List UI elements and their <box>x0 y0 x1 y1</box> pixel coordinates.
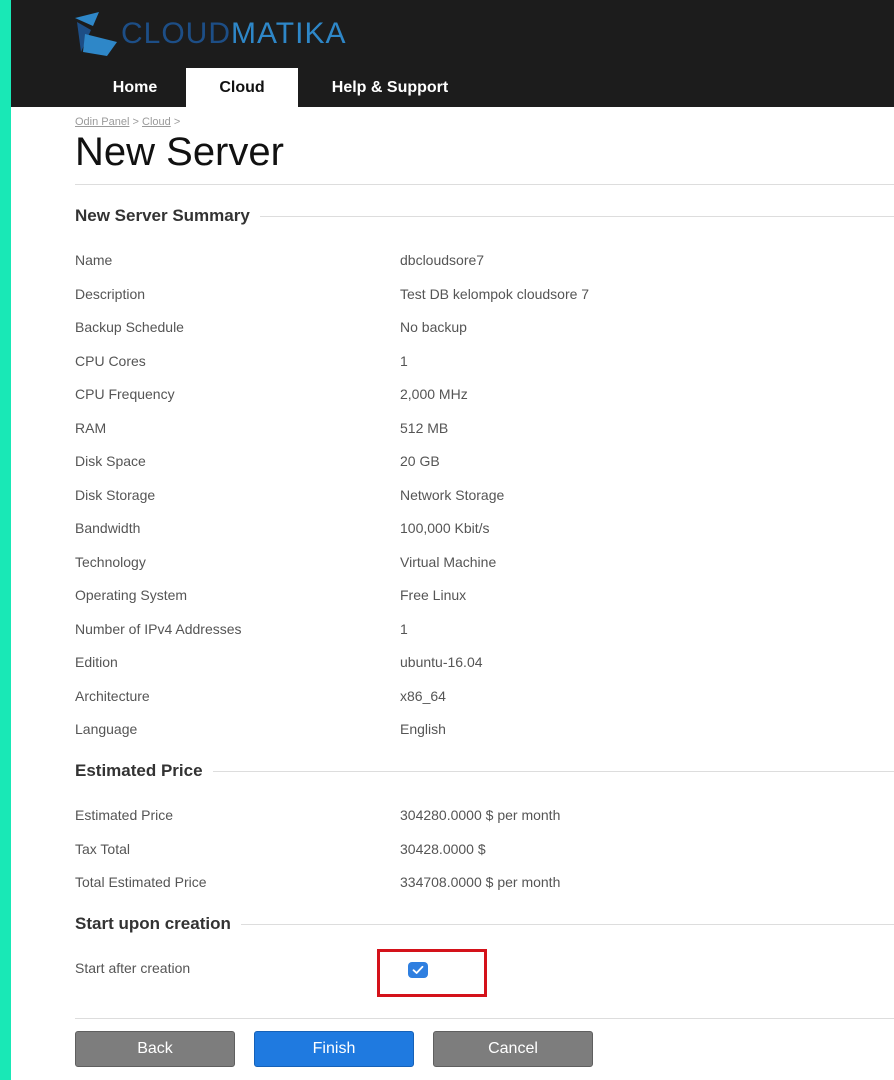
logo-text-matika: MATIKA <box>231 17 347 50</box>
tab-home[interactable]: Home <box>84 68 186 107</box>
title-divider <box>75 184 894 185</box>
left-accent-strip <box>0 0 11 1080</box>
row-value: 512 MB <box>400 420 449 436</box>
start-heading: Start upon creation <box>75 914 231 933</box>
summary-row: Bandwidth 100,000 Kbit/s <box>75 520 894 542</box>
row-label: Disk Space <box>75 453 146 469</box>
breadcrumb-separator: > <box>132 116 139 128</box>
summary-row: Description Test DB kelompok cloudsore 7 <box>75 286 894 308</box>
row-value: x86_64 <box>400 688 446 704</box>
price-section-header: Estimated Price <box>75 759 894 783</box>
page-title: New Server <box>75 130 284 174</box>
row-value: Free Linux <box>400 587 467 603</box>
row-value: 30428.0000 $ <box>400 841 486 857</box>
brand-logo[interactable]: CLOUDMATIKA <box>73 12 346 56</box>
summary-row: RAM 512 MB <box>75 420 894 442</box>
summary-row: Architecture x86_64 <box>75 688 894 710</box>
row-label: Technology <box>75 554 146 570</box>
row-value: dbcloudsore7 <box>400 252 485 268</box>
row-value: English <box>400 721 446 737</box>
section-divider <box>212 770 894 772</box>
start-section-header: Start upon creation <box>75 912 894 936</box>
top-header: CLOUDMATIKA Home Cloud Help & Support <box>11 0 894 107</box>
tab-cloud[interactable]: Cloud <box>186 68 298 107</box>
tab-help-support[interactable]: Help & Support <box>298 68 482 107</box>
summary-row: Number of IPv4 Addresses 1 <box>75 621 894 643</box>
row-value: 1 <box>400 353 408 369</box>
main-nav: Home Cloud Help & Support <box>84 68 482 107</box>
row-value: Test DB kelompok cloudsore 7 <box>400 286 590 302</box>
price-heading: Estimated Price <box>75 761 203 780</box>
row-label: RAM <box>75 420 107 436</box>
row-value: Virtual Machine <box>400 554 497 570</box>
row-value: 2,000 MHz <box>400 386 468 402</box>
back-button[interactable]: Back <box>75 1031 235 1067</box>
start-after-creation-checkbox[interactable] <box>408 962 428 978</box>
footer-divider <box>75 1018 894 1019</box>
row-label: Total Estimated Price <box>75 874 207 890</box>
breadcrumb-odin-panel[interactable]: Odin Panel <box>75 116 129 128</box>
row-label: Tax Total <box>75 841 130 857</box>
section-divider <box>259 215 894 217</box>
row-label: Edition <box>75 654 118 670</box>
row-value: No backup <box>400 319 467 335</box>
row-value: Network Storage <box>400 487 505 503</box>
row-value: 304280.0000 $ per month <box>400 807 561 823</box>
row-label: Language <box>75 721 138 737</box>
row-value: 100,000 Kbit/s <box>400 520 490 536</box>
row-label: Disk Storage <box>75 487 156 503</box>
row-value: 1 <box>400 621 408 637</box>
row-value: 334708.0000 $ per month <box>400 874 561 890</box>
logo-text-cloud: CLOUD <box>121 17 232 50</box>
summary-row: Backup Schedule No backup <box>75 319 894 341</box>
row-label: Bandwidth <box>75 520 141 536</box>
row-value: ubuntu-16.04 <box>400 654 483 670</box>
summary-row: Disk Storage Network Storage <box>75 487 894 509</box>
summary-row: Technology Virtual Machine <box>75 554 894 576</box>
summary-row: Disk Space 20 GB <box>75 453 894 475</box>
summary-row: CPU Cores 1 <box>75 353 894 375</box>
row-label: Operating System <box>75 587 188 603</box>
row-label: CPU Cores <box>75 353 146 369</box>
breadcrumb-separator: > <box>173 116 181 128</box>
price-row: Estimated Price 304280.0000 $ per month <box>75 807 894 829</box>
row-label: Estimated Price <box>75 807 174 823</box>
start-after-creation-label: Start after creation <box>75 960 191 976</box>
summary-row: Name dbcloudsore7 <box>75 252 894 274</box>
breadcrumb: Odin Panel > Cloud > <box>75 116 180 128</box>
summary-row: CPU Frequency 2,000 MHz <box>75 386 894 408</box>
row-label: Name <box>75 252 113 268</box>
checkmark-icon <box>412 965 424 974</box>
summary-section-header: New Server Summary <box>75 204 894 228</box>
cloudmatika-logo-icon <box>75 12 117 56</box>
price-row: Total Estimated Price 334708.0000 $ per m… <box>75 874 894 896</box>
summary-heading: New Server Summary <box>75 206 250 225</box>
summary-row: Language English <box>75 721 894 743</box>
row-label: Description <box>75 286 146 302</box>
cancel-button[interactable]: Cancel <box>433 1031 593 1067</box>
checkbox-highlight-box <box>377 949 487 997</box>
row-label: Number of IPv4 Addresses <box>75 621 242 637</box>
finish-button[interactable]: Finish <box>254 1031 414 1067</box>
summary-row: Edition ubuntu-16.04 <box>75 654 894 676</box>
summary-row: Operating System Free Linux <box>75 587 894 609</box>
section-divider <box>240 923 894 925</box>
row-label: Architecture <box>75 688 150 704</box>
row-label: CPU Frequency <box>75 386 175 402</box>
row-value: 20 GB <box>400 453 440 469</box>
row-label: Backup Schedule <box>75 319 184 335</box>
breadcrumb-cloud[interactable]: Cloud <box>142 116 171 128</box>
price-row: Tax Total 30428.0000 $ <box>75 841 894 863</box>
